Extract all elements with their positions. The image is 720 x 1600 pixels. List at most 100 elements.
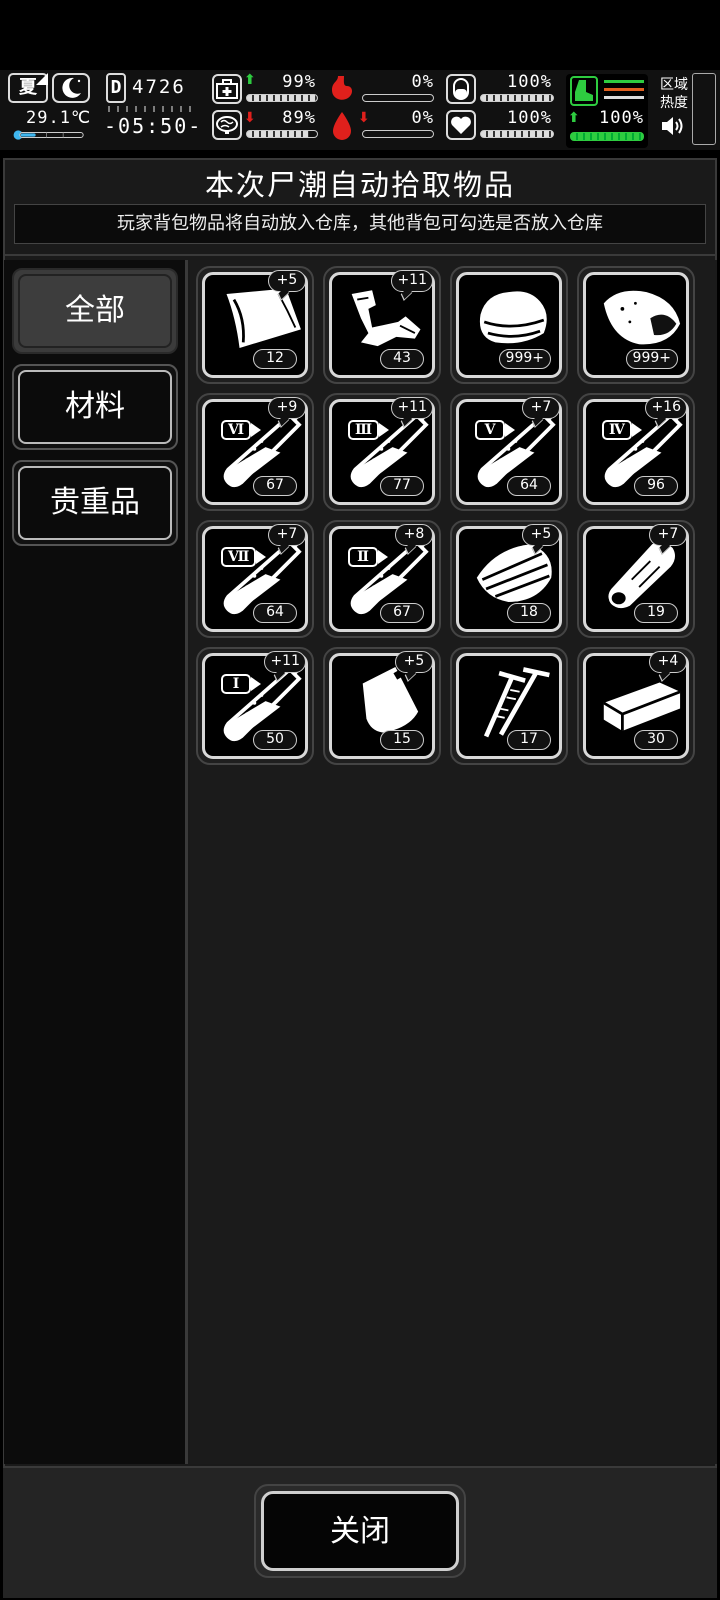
season-label: 夏 — [19, 77, 37, 98]
boot-icon — [570, 76, 598, 106]
speaker-icon[interactable] — [660, 114, 686, 142]
clock-ticks — [108, 106, 198, 112]
tier-badge: Ⅱ — [348, 547, 388, 567]
gain-bubble: +7 — [268, 524, 306, 546]
day-counter: 4726 — [132, 76, 186, 98]
item-slot[interactable]: 43 +11 — [323, 266, 441, 384]
tier-badge: Ⅴ — [475, 420, 515, 440]
item-frame: 999+ — [456, 272, 562, 378]
item-count: 64 — [253, 603, 297, 623]
tier-badge: Ⅲ — [348, 420, 390, 440]
item-count: 999+ — [498, 349, 551, 369]
gain-bubble: +8 — [395, 524, 433, 546]
mood-value: 100% — [507, 108, 552, 128]
gain-bubble: +4 — [649, 651, 687, 673]
gain-bubble: +5 — [522, 524, 560, 546]
item-count: 67 — [380, 603, 424, 623]
movement-panel: ⬆ 100% — [566, 74, 648, 148]
health-bar — [246, 94, 318, 102]
item-frame: 17 — [456, 653, 562, 759]
region-heat-meter — [692, 73, 716, 145]
hunger-bar — [362, 94, 434, 102]
mood-bar — [480, 130, 554, 138]
gain-bubble: +5 — [395, 651, 433, 673]
thermometer-icon — [13, 130, 84, 140]
item-count: 96 — [634, 476, 678, 496]
item-slot[interactable]: Ⅵ 67 +9 — [196, 393, 314, 511]
item-count: 12 — [253, 349, 297, 369]
category-valuables-button[interactable]: 贵重品 — [12, 460, 178, 546]
close-button-label: 关闭 — [261, 1491, 459, 1571]
gain-bubble: +11 — [391, 270, 433, 292]
item-slot[interactable]: 30 +4 — [577, 647, 695, 765]
stomach-icon — [328, 74, 356, 104]
brain-icon — [212, 110, 242, 140]
item-slot[interactable]: 15 +5 — [323, 647, 441, 765]
stamina-value: 100% — [507, 72, 552, 92]
divider — [3, 254, 717, 256]
capsule-icon — [446, 74, 476, 104]
region-heat-label: 区域热度 — [660, 77, 688, 111]
heart-icon — [446, 110, 476, 140]
thirst-value: 0% — [411, 108, 434, 128]
item-count: 999+ — [625, 349, 678, 369]
item-count: 15 — [380, 730, 424, 750]
gain-bubble: +7 — [522, 397, 560, 419]
category-materials-button[interactable]: 材料 — [12, 364, 178, 450]
item-slot[interactable]: 17 — [450, 647, 568, 765]
day-prefix: D — [106, 73, 126, 103]
item-count: 19 — [634, 603, 678, 623]
item-slot[interactable]: Ⅶ 64 +7 — [196, 520, 314, 638]
item-slot[interactable]: Ⅲ 77 +11 — [323, 393, 441, 511]
status-hud: 夏 29.1℃ D 4726 -05:50- ⬆ 99% 0% 100% ⬇ 8… — [0, 70, 720, 150]
hunger-value: 0% — [411, 72, 434, 92]
item-slot[interactable]: Ⅱ 67 +8 — [323, 520, 441, 638]
health-value: 99% — [282, 72, 316, 92]
season-badge: 夏 — [8, 73, 48, 103]
clock-time: -05:50- — [104, 114, 203, 138]
gain-bubble: +11 — [391, 397, 433, 419]
item-slot[interactable]: 999+ — [450, 266, 568, 384]
gain-bubble: +9 — [268, 397, 306, 419]
up-arrow-icon: ⬆ — [244, 72, 256, 88]
item-count: 64 — [507, 476, 551, 496]
down-arrow-icon: ⬇ — [244, 110, 256, 126]
item-slot[interactable]: 12 +5 — [196, 266, 314, 384]
mental-value: 89% — [282, 108, 316, 128]
blood-drop-icon — [330, 110, 354, 142]
close-button[interactable]: 关闭 — [254, 1484, 466, 1578]
dialog-subtitle: 玩家背包物品将自动放入仓库，其他背包可勾选是否放入仓库 — [14, 204, 706, 244]
item-count: 50 — [253, 730, 297, 750]
item-count: 67 — [253, 476, 297, 496]
category-all-button[interactable]: 全部 — [12, 268, 178, 354]
category-sidebar: 全部 材料 贵重品 — [4, 260, 188, 1464]
temperature-readout: 29.1℃ — [26, 108, 92, 128]
move-value: 100% — [599, 108, 644, 128]
item-count: 77 — [380, 476, 424, 496]
medkit-icon — [212, 74, 242, 104]
thirst-bar — [362, 130, 434, 138]
item-count: 17 — [507, 730, 551, 750]
item-slot[interactable]: Ⅰ 50 +11 — [196, 647, 314, 765]
tier-badge: Ⅵ — [221, 420, 262, 440]
down-arrow-icon: ⬇ — [358, 110, 370, 126]
item-frame: 999+ — [583, 272, 689, 378]
dialog-title: 本次尸潮自动拾取物品 — [204, 168, 515, 202]
gain-bubble: +11 — [264, 651, 306, 673]
item-slot[interactable]: 19 +7 — [577, 520, 695, 638]
item-count: 43 — [380, 349, 424, 369]
gain-bubble: +16 — [645, 397, 687, 419]
item-count: 30 — [634, 730, 678, 750]
item-slot[interactable]: 999+ — [577, 266, 695, 384]
item-slot[interactable]: Ⅳ 96 +16 — [577, 393, 695, 511]
item-count: 18 — [507, 603, 551, 623]
item-slot[interactable]: Ⅴ 64 +7 — [450, 393, 568, 511]
tier-badge: Ⅰ — [221, 674, 261, 694]
stamina-bar — [480, 94, 554, 102]
move-bar — [570, 132, 644, 141]
gain-bubble: +5 — [268, 270, 306, 292]
item-grid: 12 +5 43 +11 999+ 999+ Ⅵ 67 +9 Ⅲ 77 +11 Ⅴ 64 +7 Ⅳ 96 +16 Ⅶ… — [190, 260, 717, 1464]
item-slot[interactable]: 18 +5 — [450, 520, 568, 638]
gain-bubble: +7 — [649, 524, 687, 546]
category-label: 材料 — [18, 370, 172, 444]
